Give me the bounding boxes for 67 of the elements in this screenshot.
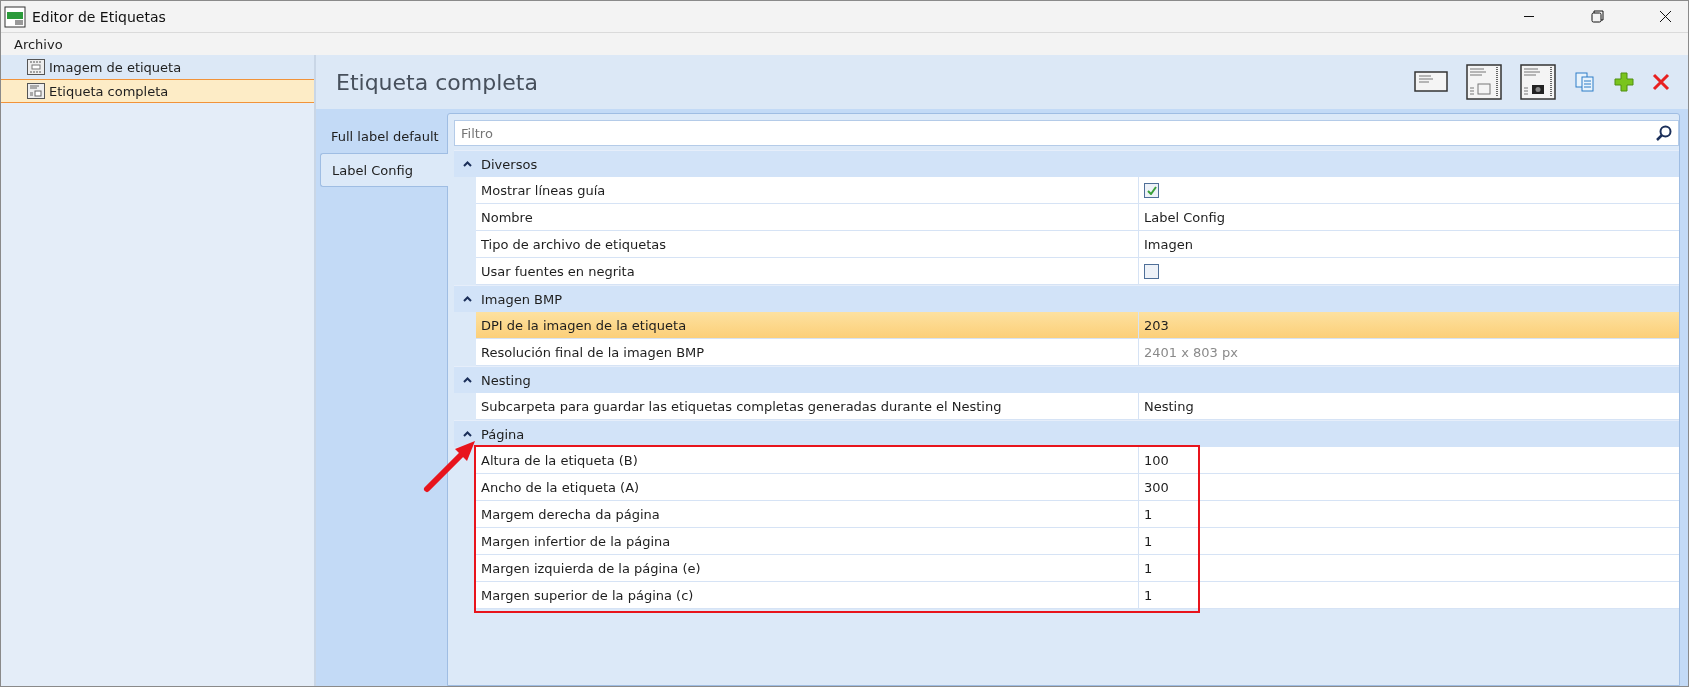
property-row[interactable]: Margen izquierda de la página (e) 1 <box>476 555 1679 582</box>
property-name: Nombre <box>481 209 533 225</box>
group-header[interactable]: Nesting <box>454 366 1679 393</box>
group-header[interactable]: Diversos <box>454 150 1679 177</box>
copy-icon[interactable] <box>1574 71 1596 93</box>
group-title: Imagen BMP <box>481 291 563 307</box>
property-value: 1 <box>1144 506 1153 522</box>
camera-label-icon[interactable] <box>1520 64 1556 100</box>
property-row[interactable]: Mostrar líneas guía <box>476 177 1679 204</box>
property-name: Resolución final de la imagen BMP <box>481 344 705 360</box>
property-value: Label Config <box>1144 209 1225 225</box>
delete-icon[interactable] <box>1652 73 1670 91</box>
app-logo-icon <box>4 5 26 28</box>
tab[interactable]: Full label default <box>320 121 447 151</box>
property-row[interactable]: Margen superior de la página (c) 1 <box>476 582 1679 609</box>
group-title: Página <box>481 426 525 442</box>
tree-item[interactable]: Etiqueta completa <box>1 79 314 103</box>
property-name: Usar fuentes en negrita <box>481 263 635 279</box>
property-value: 1 <box>1144 560 1153 576</box>
label-image-icon <box>27 59 45 75</box>
checkbox[interactable] <box>1144 182 1159 198</box>
property-name: Margem derecha da página <box>481 506 660 522</box>
full-label-icon <box>27 83 45 99</box>
property-name: Altura de la etiqueta (B) <box>481 452 638 468</box>
window-title: Editor de Etiquetas <box>32 8 167 25</box>
property-row[interactable]: Margen infertior de la página 1 <box>476 528 1679 555</box>
property-name: Tipo de archivo de etiquetas <box>481 236 667 252</box>
property-name: Margen infertior de la página <box>481 533 671 549</box>
filter-field[interactable]: Filtro <box>454 120 1679 146</box>
property-row[interactable]: DPI de la imagen de la etiqueta 203 <box>476 312 1679 339</box>
property-name: Mostrar líneas guía <box>481 182 606 198</box>
panel-title: Etiqueta completa <box>336 69 539 95</box>
property-value: 203 <box>1144 317 1169 333</box>
group-title: Diversos <box>481 156 538 172</box>
property-value: 100 <box>1144 452 1169 468</box>
collapse-chevron-icon[interactable] <box>463 161 472 167</box>
collapse-chevron-icon[interactable] <box>463 431 472 437</box>
property-name: DPI de la imagen de la etiqueta <box>481 317 687 333</box>
property-row[interactable]: Altura de la etiqueta (B) 100 <box>476 447 1679 474</box>
group-title: Nesting <box>481 372 531 388</box>
property-row[interactable]: Nombre Label Config <box>476 204 1679 231</box>
group-header[interactable]: Imagen BMP <box>454 285 1679 312</box>
label-layout-icon[interactable] <box>1414 71 1448 93</box>
group-header[interactable]: Página <box>454 420 1679 447</box>
tab[interactable]: Label Config <box>320 153 448 187</box>
property-value: 1 <box>1144 587 1153 603</box>
property-name: Subcarpeta para guardar las etiquetas completas generadas durante el Nesting <box>481 398 1002 414</box>
property-row[interactable]: Subcarpeta para guardar las etiquetas completas generadas durante el Nesting Nesting <box>476 393 1679 420</box>
property-row[interactable]: Usar fuentes en negrita <box>476 258 1679 285</box>
checkbox[interactable] <box>1144 263 1159 279</box>
collapse-chevron-icon[interactable] <box>463 377 472 383</box>
property-value: 1 <box>1144 533 1153 549</box>
property-value: 300 <box>1144 479 1169 495</box>
property-value: Nesting <box>1144 398 1194 414</box>
tree-item[interactable]: Imagem de etiqueta <box>1 55 314 79</box>
property-row[interactable]: Ancho de la etiqueta (A) 300 <box>476 474 1679 501</box>
label-frame-icon[interactable] <box>1466 64 1502 100</box>
menu-item[interactable]: Archivo <box>14 36 63 52</box>
property-value: Imagen <box>1144 236 1193 252</box>
search-icon[interactable] <box>1655 124 1673 142</box>
property-name: Ancho de la etiqueta (A) <box>481 479 640 495</box>
property-name: Margen izquierda de la página (e) <box>481 560 701 576</box>
property-value: 2401 x 803 px <box>1144 344 1238 360</box>
property-row[interactable]: Margem derecha da página 1 <box>476 501 1679 528</box>
property-name: Margen superior de la página (c) <box>481 587 694 603</box>
property-row[interactable]: Tipo de archivo de etiquetas Imagen <box>476 231 1679 258</box>
collapse-chevron-icon[interactable] <box>463 296 472 302</box>
